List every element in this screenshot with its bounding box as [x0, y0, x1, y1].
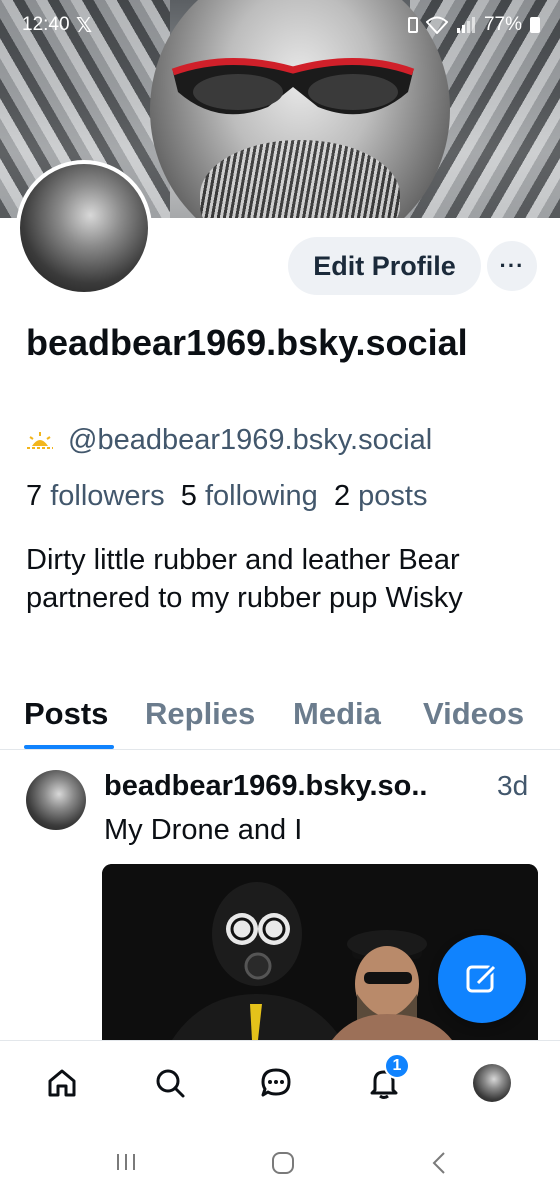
status-bar: 12:40 𝕏 77%	[0, 0, 560, 50]
edit-profile-button[interactable]: Edit Profile	[288, 237, 481, 295]
following-label: following	[204, 480, 318, 512]
back-icon	[432, 1152, 445, 1174]
battery-saver-icon	[407, 17, 418, 33]
profile-avatar[interactable]	[16, 160, 152, 296]
recent-apps-button[interactable]	[114, 1150, 138, 1181]
tab-videos[interactable]: Videos	[423, 696, 524, 732]
nav-notifications[interactable]: 1	[362, 1053, 410, 1105]
more-options-button[interactable]: ···	[487, 241, 537, 291]
active-tab-indicator	[24, 745, 114, 749]
handle-row: @beadbear1969.bsky.social	[26, 424, 432, 457]
display-name: beadbear1969.bsky.social	[26, 322, 468, 363]
recent-apps-icon	[117, 1154, 135, 1170]
profile-bio: Dirty little rubber and leather Bear par…	[26, 544, 463, 614]
x-app-icon: 𝕏	[76, 15, 93, 37]
post-author-name[interactable]: beadbear1969.bsky.so..	[104, 770, 427, 803]
battery-icon	[530, 17, 540, 33]
home-system-icon	[272, 1152, 294, 1174]
followers-label: followers	[50, 480, 165, 512]
followers-link[interactable]: 7 followers	[26, 480, 165, 512]
profile-handle: @beadbear1969.bsky.social	[68, 424, 433, 456]
nav-profile[interactable]	[470, 1061, 514, 1105]
search-icon	[156, 1069, 185, 1098]
sunrise-icon	[27, 431, 53, 449]
banner-sunglasses	[171, 58, 415, 115]
wifi-icon	[425, 16, 448, 34]
home-system-button[interactable]	[270, 1150, 296, 1183]
post-timestamp: 3d	[497, 770, 529, 801]
tab-replies[interactable]: Replies	[145, 696, 255, 732]
notification-badge: 1	[384, 1053, 410, 1079]
followers-count: 7	[26, 480, 43, 512]
tab-media[interactable]: Media	[293, 696, 381, 732]
profile-stats: 7 followers 5 following 2 posts	[26, 480, 427, 513]
tab-posts[interactable]: Posts	[24, 696, 108, 732]
signal-icon	[456, 17, 475, 33]
home-icon	[48, 1069, 76, 1097]
post-author-avatar[interactable]	[26, 770, 86, 830]
profile-tabs: Posts Replies Media Videos	[0, 688, 560, 750]
battery-percent: 77%	[483, 14, 522, 35]
bottom-navigation: 1	[0, 1040, 560, 1130]
status-time: 12:40	[22, 14, 70, 35]
posts-count: 2	[333, 480, 351, 512]
system-navigation	[0, 1130, 560, 1200]
nav-chat[interactable]	[254, 1061, 298, 1105]
profile-avatar-small	[473, 1064, 511, 1102]
following-count: 5	[180, 480, 197, 512]
back-system-button[interactable]	[428, 1150, 450, 1183]
compose-icon	[466, 964, 497, 993]
posts-stat: 2 posts	[334, 480, 428, 512]
chat-icon	[261, 1068, 291, 1097]
posts-label: posts	[358, 480, 428, 512]
following-link[interactable]: 5 following	[181, 480, 318, 512]
post-text: My Drone and I	[104, 814, 303, 846]
nav-home[interactable]	[40, 1061, 84, 1105]
compose-button[interactable]	[438, 935, 526, 1023]
nav-search[interactable]	[148, 1061, 192, 1105]
